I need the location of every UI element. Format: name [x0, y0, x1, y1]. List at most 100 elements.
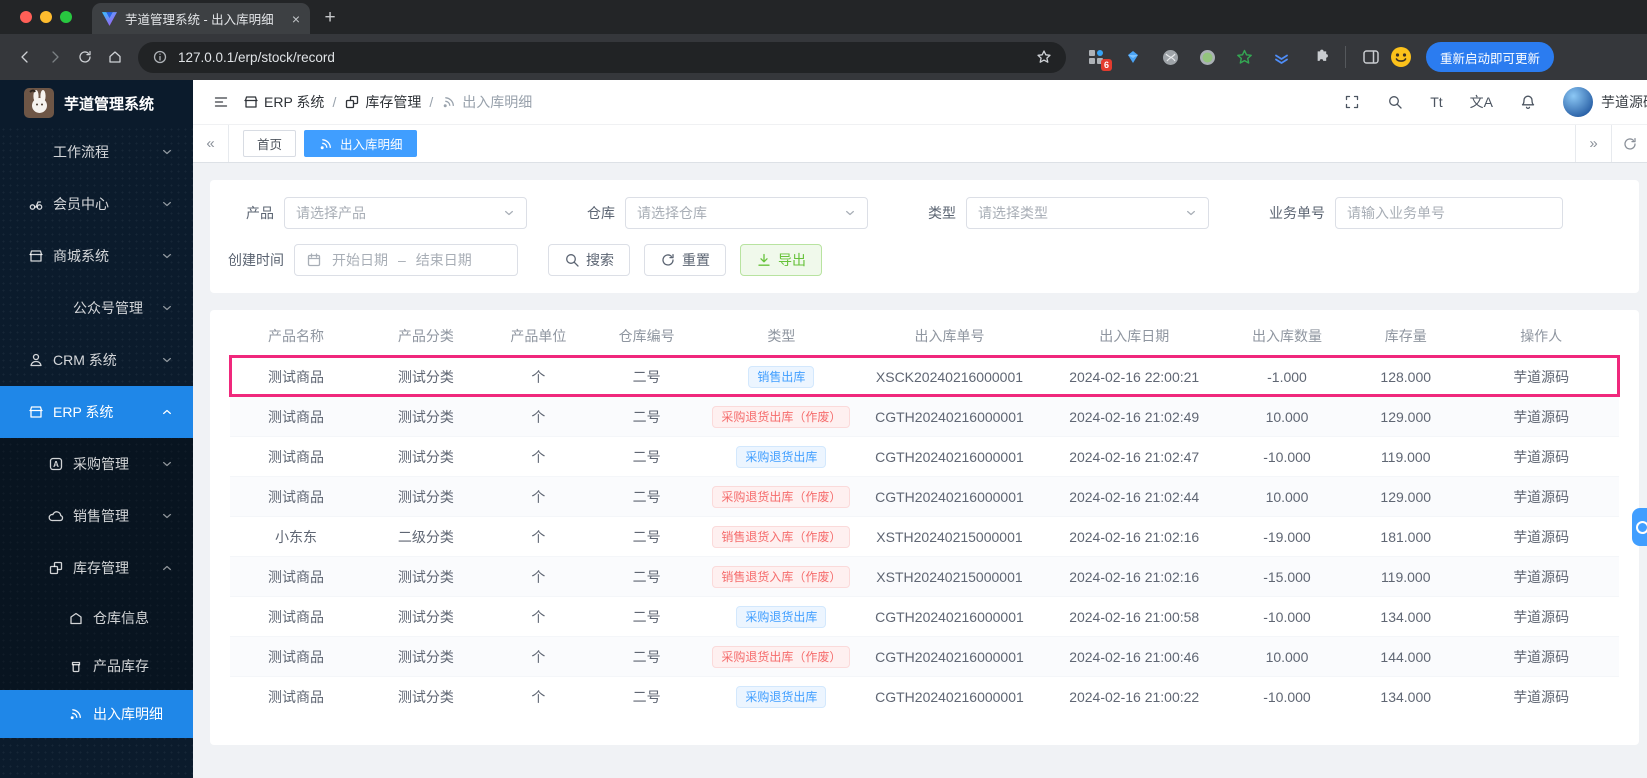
sidebar-item[interactable]: 库存管理 [0, 542, 193, 594]
reload-icon[interactable] [70, 42, 100, 72]
fullscreen-icon[interactable] [1344, 94, 1360, 110]
sidebar-item[interactable]: CRM 系统 [0, 334, 193, 386]
browser-tab[interactable]: 芋道管理系统 - 出入库明细 × [92, 3, 310, 34]
date-separator: – [398, 252, 406, 268]
table-row[interactable]: 测试商品 测试分类 个 二号 采购退货出库（作废） CGTH20240216000001 2… [230, 476, 1619, 516]
breadcrumb-label: 库存管理 [365, 94, 422, 110]
sidebar-item[interactable]: A 采购管理 [0, 438, 193, 490]
page-tab[interactable]: 出入库明细 [304, 130, 417, 157]
page-content: 产品 请选择产品 仓库 请选择仓库 类型 请选择类型 业务单号 请输入业务单号 … [193, 163, 1647, 778]
cell-type: 采购退货出库 [706, 605, 856, 628]
table-row[interactable]: 小东东 二级分类 个 二号 销售退货入库（作废） XSTH20240215000001 20… [230, 516, 1619, 556]
sidebar-item[interactable]: 商城系统 [0, 230, 193, 282]
product-select[interactable]: 请选择产品 [284, 197, 527, 229]
bizno-input[interactable]: 请输入业务单号 [1335, 197, 1563, 229]
table-row[interactable]: 测试商品 测试分类 个 二号 采购退货出库 CGTH20240216000001 2024-… [230, 676, 1619, 716]
bookmark-star-icon[interactable] [1036, 49, 1052, 65]
site-info-icon[interactable] [152, 49, 168, 65]
tags-scroll-left[interactable]: « [193, 125, 229, 162]
chevron-down-icon [503, 207, 515, 219]
warehouse-select[interactable]: 请选择仓库 [625, 197, 868, 229]
extension-star-icon[interactable] [1234, 47, 1254, 67]
cell-qty: 10.000 [1265, 488, 1309, 505]
url-bar[interactable]: 127.0.0.1/erp/stock/record [138, 41, 1066, 73]
back-icon[interactable] [10, 42, 40, 72]
column-header: 产品分类 [397, 328, 454, 344]
side-panel-icon[interactable] [1356, 42, 1386, 72]
sidebar-item[interactable]: 工作流程 [0, 126, 193, 178]
table-row[interactable]: 测试商品 测试分类 个 二号 销售出库 XSCK20240216000001 2024-02… [229, 355, 1620, 397]
floating-widget-button[interactable] [1632, 508, 1647, 546]
page-tab[interactable]: 首页 [243, 130, 297, 157]
reset-button[interactable]: 重置 [644, 244, 726, 276]
extension-grid-icon[interactable]: 6 [1086, 47, 1112, 71]
cell-order_no: XSCK20240216000001 [875, 368, 1024, 385]
zoom-window-button[interactable] [60, 11, 72, 23]
sidebar-item[interactable]: ERP 系统 [0, 386, 193, 438]
chevron-down-icon [1185, 207, 1197, 219]
bell-icon[interactable] [1520, 94, 1536, 110]
logo-row[interactable]: 芋道管理系统 [0, 80, 193, 126]
cell-date: 2024-02-16 21:02:44 [1069, 488, 1200, 505]
collapse-menu-icon[interactable] [207, 94, 235, 110]
chevron-down-icon [844, 207, 856, 219]
app-title: 芋道管理系统 [64, 95, 155, 113]
export-button[interactable]: 导出 [740, 244, 822, 276]
sidebar-item[interactable]: 会员中心 [0, 178, 193, 230]
cell-type: 销售退货入库（作废） [706, 525, 856, 548]
sidebar-item[interactable]: 产品库存 [0, 642, 193, 690]
cell-warehouse: 二号 [632, 448, 661, 465]
column-header: 产品单位 [510, 328, 567, 344]
tags-scroll-right[interactable]: » [1575, 125, 1611, 162]
table-row[interactable]: 测试商品 测试分类 个 二号 采购退货出库（作废） CGTH20240216000001 2… [230, 636, 1619, 676]
extension-green-circle-icon[interactable] [1197, 47, 1217, 67]
sidebar-item[interactable]: 销售管理 [0, 490, 193, 542]
cell-category: 二级分类 [397, 528, 454, 545]
cell-warehouse: 二号 [632, 488, 661, 505]
toolbar-divider [1345, 46, 1346, 68]
close-window-button[interactable] [20, 11, 32, 23]
search-icon[interactable] [1387, 94, 1403, 110]
tags-refresh-icon[interactable] [1611, 125, 1647, 162]
extension-sphere-icon[interactable] [1160, 47, 1180, 67]
sidebar-item[interactable]: 出入库明细 [0, 690, 193, 738]
cell-qty: -19.000 [1263, 528, 1311, 545]
close-tab-icon[interactable]: × [292, 11, 300, 27]
sidebar-item-label: 工作流程 [53, 144, 109, 160]
search-button[interactable]: 搜索 [548, 244, 630, 276]
sidebar-item[interactable]: 仓库信息 [0, 594, 193, 642]
breadcrumb-item[interactable]: ERP 系统 [243, 92, 324, 112]
breadcrumb-item[interactable]: 库存管理 [344, 92, 421, 112]
cell-qty: -10.000 [1263, 608, 1311, 625]
extensions-puzzle-icon[interactable] [1305, 42, 1335, 72]
cell-qty: -10.000 [1263, 448, 1311, 465]
table-row[interactable]: 测试商品 测试分类 个 二号 采购退货出库 CGTH20240216000001 2024-… [230, 436, 1619, 476]
forward-icon[interactable] [40, 42, 70, 72]
menu-item-icon [48, 300, 64, 316]
home-icon[interactable] [100, 42, 130, 72]
cell-type: 采购退货出库 [706, 445, 856, 468]
sidebar-item[interactable]: 公众号管理 [0, 282, 193, 334]
new-tab-button[interactable]: + [316, 4, 344, 32]
translate-tool[interactable]: 文A [1470, 92, 1493, 112]
column-header: 出入库数量 [1251, 328, 1322, 344]
profile-avatar-icon[interactable] [1386, 42, 1416, 72]
chevron-down-icon [161, 198, 173, 210]
table-row[interactable]: 测试商品 测试分类 个 二号 采购退货出库（作废） CGTH20240216000001 2… [230, 396, 1619, 436]
svg-text:A: A [53, 460, 59, 469]
sidebar-item-label: 商城系统 [53, 248, 109, 264]
extension-layers-icon[interactable] [1271, 47, 1291, 67]
breadcrumb: ERP 系统 / 库存管理 / 出入库明细 [243, 92, 532, 112]
table-row[interactable]: 测试商品 测试分类 个 二号 采购退货出库 CGTH20240216000001 2024-… [230, 596, 1619, 636]
cell-qty: 10.000 [1265, 408, 1309, 425]
cell-category: 测试分类 [397, 448, 454, 465]
user-avatar[interactable] [1563, 87, 1593, 117]
minimize-window-button[interactable] [40, 11, 52, 23]
date-range-input[interactable]: 开始日期 – 结束日期 [294, 244, 518, 276]
navbar-tools: Tt 文A 芋道源码 [1344, 87, 1647, 117]
browser-update-button[interactable]: 重新启动即可更新 [1426, 42, 1555, 72]
type-select[interactable]: 请选择类型 [966, 197, 1209, 229]
table-row[interactable]: 测试商品 测试分类 个 二号 销售退货入库（作废） XSTH20240215000001 2… [230, 556, 1619, 596]
font-size-tool[interactable]: Tt [1430, 94, 1442, 110]
extension-gem-icon[interactable] [1123, 47, 1143, 67]
